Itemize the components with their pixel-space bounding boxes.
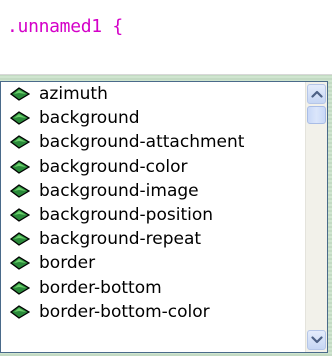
code-editor[interactable]: .unnamed1 { (0, 0, 332, 75)
css-property-diamond-icon (10, 256, 30, 271)
list-item[interactable]: border-bottom-color (1, 300, 305, 324)
list-item[interactable]: azimuth (1, 82, 305, 106)
vertical-scrollbar[interactable] (305, 82, 327, 352)
code-line: .unnamed1 { (7, 16, 123, 37)
css-property-diamond-icon (10, 304, 30, 319)
list-item-label: background-position (39, 204, 214, 225)
autocomplete-list[interactable]: azimuth background background-attachment ba… (0, 81, 328, 353)
css-property-diamond-icon (10, 159, 30, 174)
list-item-label: border-bottom (39, 277, 162, 298)
css-property-diamond-icon (10, 232, 30, 246)
css-property-diamond-icon (10, 183, 30, 198)
list-item-label: background-attachment (39, 132, 245, 153)
scroll-down-button[interactable] (307, 330, 326, 350)
list-item-label: border (39, 253, 96, 274)
list-item[interactable]: border (1, 251, 305, 275)
property-list-items: azimuth background background-attachment ba… (1, 82, 305, 324)
list-item[interactable]: background-position (1, 203, 305, 227)
list-item[interactable]: background (1, 106, 305, 130)
list-item-label: background (39, 108, 140, 129)
list-item-label: background-repeat (39, 229, 202, 250)
css-property-diamond-icon (10, 111, 30, 125)
css-property-diamond-icon (10, 208, 30, 222)
list-item[interactable]: background-attachment (1, 130, 305, 154)
list-item-label: background-image (39, 180, 199, 201)
css-property-diamond-icon (10, 280, 30, 295)
css-property-diamond-icon (10, 87, 30, 101)
list-item-label: background-color (39, 156, 188, 177)
list-item-label: azimuth (39, 84, 108, 104)
list-item[interactable]: background-repeat (1, 227, 305, 251)
list-item[interactable]: background-image (1, 179, 305, 203)
chevron-down-icon (311, 336, 323, 344)
scroll-up-button[interactable] (307, 84, 326, 104)
list-item-label: border-bottom-color (39, 301, 210, 322)
list-item[interactable]: border-bottom (1, 276, 305, 300)
scrollbar-thumb[interactable] (307, 106, 326, 124)
css-property-diamond-icon (10, 135, 30, 150)
list-item[interactable]: background-color (1, 155, 305, 179)
chevron-up-icon (311, 90, 323, 98)
